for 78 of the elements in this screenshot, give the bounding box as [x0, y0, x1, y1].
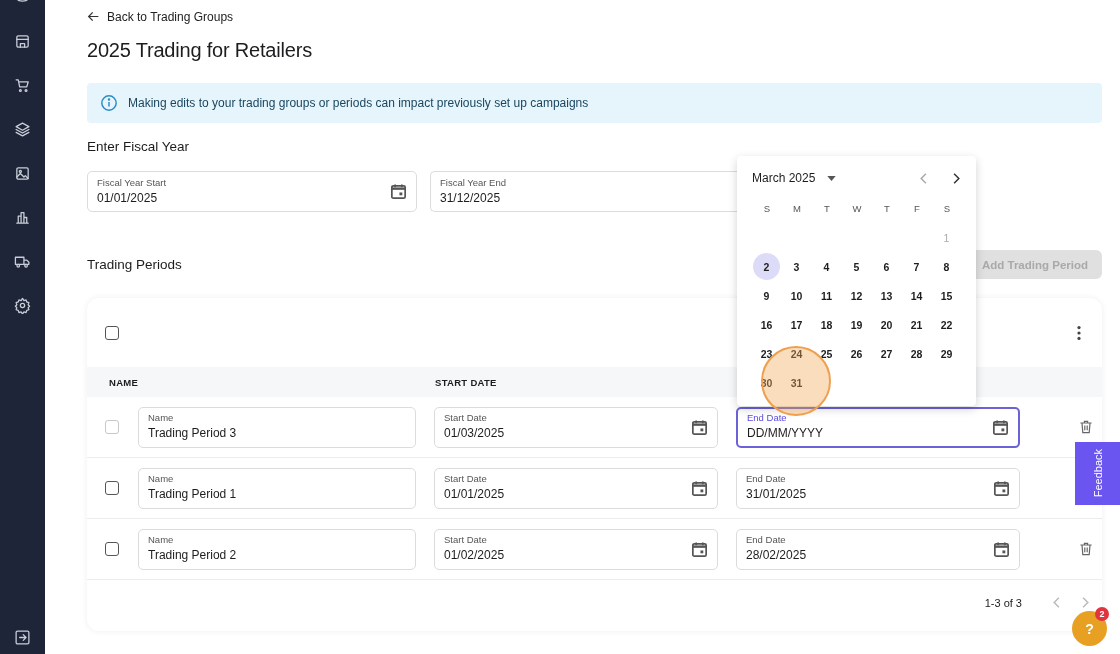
- weekday-label: S: [762, 202, 772, 216]
- calendar-day[interactable]: 5: [843, 253, 870, 280]
- info-icon: [100, 94, 118, 112]
- calendar-day[interactable]: 31: [783, 369, 810, 396]
- calendar-day[interactable]: 19: [843, 311, 870, 338]
- calendar-day[interactable]: 25: [813, 340, 840, 367]
- image-icon[interactable]: [14, 165, 31, 182]
- calendar-day[interactable]: 11: [813, 282, 840, 309]
- row-checkbox[interactable]: [105, 481, 119, 495]
- calendar-day[interactable]: 21: [903, 311, 930, 338]
- weekday-label: T: [883, 202, 891, 216]
- date-field[interactable]: End Date 31/01/2025: [736, 467, 1020, 509]
- pagination-info: 1-3 of 3: [984, 596, 1022, 609]
- weekday-label: F: [913, 202, 921, 216]
- layers-icon[interactable]: [14, 121, 31, 138]
- calendar-day[interactable]: 14: [903, 282, 930, 309]
- column-header: START DATE: [435, 376, 497, 388]
- notification-badge: 2: [1095, 607, 1109, 621]
- date-field[interactable]: Fiscal Year End 31/12/2025: [430, 171, 737, 212]
- select-all-checkbox[interactable]: [105, 325, 119, 340]
- calendar-day[interactable]: 16: [753, 311, 780, 338]
- section-heading: Trading Periods: [87, 257, 182, 272]
- next-month-icon[interactable]: [951, 170, 961, 186]
- calendar-day[interactable]: 7: [903, 253, 930, 280]
- calendar-day[interactable]: 2: [753, 253, 780, 280]
- banner-message: Making edits to your trading groups or periods can impact previously set up campaigns: [128, 96, 589, 110]
- calendar-day[interactable]: 8: [933, 253, 960, 280]
- calendar-day[interactable]: 24: [783, 340, 810, 367]
- calendar-day[interactable]: 26: [843, 340, 870, 367]
- calendar-day[interactable]: 22: [933, 311, 960, 338]
- page-title: 2025 Trading for Retailers: [87, 39, 313, 62]
- section-heading: Enter Fiscal Year: [87, 139, 191, 154]
- chart-icon[interactable]: [14, 209, 31, 226]
- calendar-day[interactable]: 23: [753, 340, 780, 367]
- calendar-day[interactable]: 6: [873, 253, 900, 280]
- delete-icon[interactable]: [1078, 419, 1094, 435]
- weekday-label: W: [851, 202, 863, 216]
- calendar-icon[interactable]: [690, 478, 709, 498]
- delete-icon[interactable]: [1078, 541, 1094, 557]
- weekday-label: T: [823, 202, 831, 216]
- date-field[interactable]: Start Date 01/02/2025: [434, 528, 718, 570]
- date-field[interactable]: Fiscal Year Start 01/01/2025: [87, 171, 417, 212]
- back-link[interactable]: Back to Trading Groups: [87, 8, 234, 25]
- store-icon[interactable]: [14, 33, 31, 50]
- calendar-day[interactable]: 3: [783, 253, 810, 280]
- logout-icon[interactable]: [14, 629, 31, 646]
- feedback-tab[interactable]: Feedback: [1075, 442, 1120, 505]
- calendar-icon[interactable]: [690, 417, 709, 437]
- calendar-day[interactable]: 20: [873, 311, 900, 338]
- calendar-day[interactable]: 17: [783, 311, 810, 338]
- calendar-icon[interactable]: [992, 539, 1011, 559]
- gear-icon[interactable]: [14, 297, 31, 314]
- name-field[interactable]: Name Trading Period 1: [138, 467, 416, 509]
- column-header: NAME: [109, 376, 140, 388]
- calendar-day[interactable]: 9: [753, 282, 780, 309]
- calendar-icon[interactable]: [690, 539, 709, 559]
- weekday-label: S: [942, 202, 952, 216]
- calendar-icon[interactable]: [389, 182, 408, 201]
- name-field[interactable]: Name Trading Period 2: [138, 528, 416, 570]
- arrow-left-icon[interactable]: [87, 10, 100, 23]
- calendar-day[interactable]: 18: [813, 311, 840, 338]
- calendar-day[interactable]: 27: [873, 340, 900, 367]
- date-field[interactable]: Start Date 01/01/2025: [434, 467, 718, 509]
- calendar-day[interactable]: 4: [813, 253, 840, 280]
- more-options-icon[interactable]: [1076, 323, 1082, 342]
- calendar-day[interactable]: 12: [843, 282, 870, 309]
- calendar-day[interactable]: 13: [873, 282, 900, 309]
- calendar-day[interactable]: 15: [933, 282, 960, 309]
- row-checkbox[interactable]: [105, 542, 119, 556]
- calendar-day[interactable]: 10: [783, 282, 810, 309]
- calendar-day[interactable]: 29: [933, 340, 960, 367]
- month-label[interactable]: March 2025: [752, 171, 816, 185]
- calendar-icon[interactable]: [992, 478, 1011, 498]
- caret-icon[interactable]: [827, 175, 837, 181]
- cart-icon[interactable]: [14, 77, 31, 94]
- weekday-label: M: [792, 202, 802, 216]
- calendar-day[interactable]: 28: [903, 340, 930, 367]
- date-field[interactable]: End Date 28/02/2025: [736, 528, 1020, 570]
